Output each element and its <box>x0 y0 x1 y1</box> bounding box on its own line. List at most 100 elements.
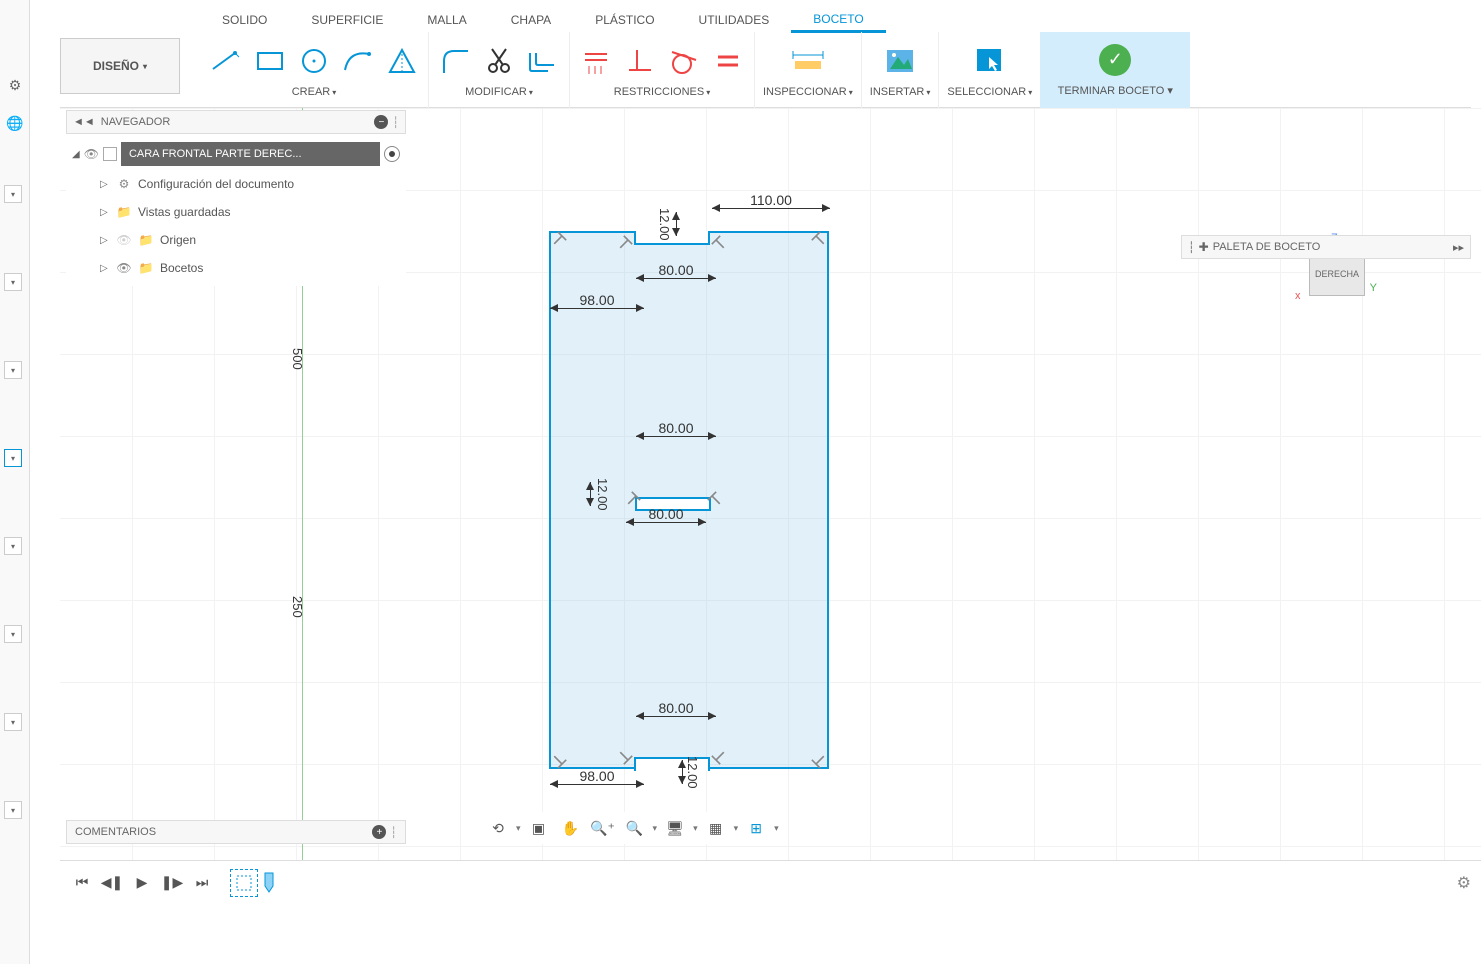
left-dd-5[interactable]: ▾ <box>4 537 22 555</box>
timeline: ⏮ ◀❚ ▶ ❚▶ ⏭ ⚙ <box>60 860 1481 904</box>
select-tool-icon[interactable] <box>972 43 1008 79</box>
group-seleccionar-label[interactable]: SELECCIONAR <box>947 86 1032 98</box>
sketch-feature-icon[interactable] <box>230 869 258 897</box>
visibility-icon[interactable]: 👁 <box>84 147 99 161</box>
coincident-icon: ⊤ <box>707 231 732 256</box>
left-dd-8[interactable]: ▾ <box>4 801 22 819</box>
perpendicular-constraint-icon[interactable] <box>622 43 658 79</box>
trim-tool-icon[interactable] <box>481 43 517 79</box>
nav-item-saved-views[interactable]: ▷ 📁 Vistas guardadas <box>66 198 406 226</box>
visibility-icon[interactable]: 👁 <box>116 260 132 276</box>
dim-80-mid-below[interactable]: 80.00 <box>626 506 706 523</box>
timeline-start-icon[interactable]: ⏮ <box>70 871 94 895</box>
expand-triangle-icon[interactable]: ▷ <box>100 207 110 218</box>
nav-item-doc-settings[interactable]: ▷ ⚙ Configuración del documento <box>66 170 406 198</box>
left-dd-1[interactable]: ▾ <box>4 185 22 203</box>
navigator-settings-icon[interactable]: − <box>374 115 388 129</box>
offset-tool-icon[interactable] <box>525 43 561 79</box>
expand-icon[interactable]: ▸▸ <box>1453 241 1464 254</box>
grip-icon[interactable]: ┆ <box>1188 241 1195 254</box>
dim-80-top[interactable]: 80.00 <box>636 262 716 279</box>
sketch-palette-title: PALETA DE BOCETO <box>1213 241 1321 253</box>
insert-image-icon[interactable] <box>882 43 918 79</box>
equal-constraint-icon[interactable] <box>710 43 746 79</box>
fillet-tool-icon[interactable] <box>437 43 473 79</box>
left-dd-6[interactable]: ▾ <box>4 625 22 643</box>
display-settings-icon[interactable]: 🖥 <box>661 816 689 840</box>
navigator-header: ◄◄ NAVEGADOR − ┆ <box>66 110 406 134</box>
expand-triangle-icon[interactable]: ▷ <box>100 235 110 246</box>
group-insertar-label[interactable]: INSERTAR <box>870 86 931 98</box>
folder-icon: 📁 <box>138 260 154 276</box>
dim-12-top[interactable]: 12.00 <box>657 208 677 241</box>
grip-icon[interactable]: ┆ <box>390 826 397 839</box>
dim-98-top[interactable]: 98.00 <box>550 292 644 309</box>
pan-icon[interactable]: ✋ <box>557 816 585 840</box>
tab-boceto[interactable]: BOCETO <box>791 8 885 33</box>
collapse-icon[interactable]: ◄◄ <box>73 116 95 128</box>
viewport-icon[interactable]: ⊞ <box>742 816 770 840</box>
add-icon[interactable]: ✚ <box>1199 240 1209 254</box>
tab-utilidades[interactable]: UTILIDADES <box>677 9 792 31</box>
circle-tool-icon[interactable] <box>296 43 332 79</box>
timeline-step-fwd-icon[interactable]: ❚▶ <box>160 871 184 895</box>
tangent-constraint-icon[interactable] <box>666 43 702 79</box>
dim-80-mid-above[interactable]: 80.00 <box>636 420 716 437</box>
tab-chapa[interactable]: CHAPA <box>489 9 573 31</box>
gear-icon[interactable]: ⚙ <box>0 70 30 100</box>
grid-settings-icon[interactable]: ▦ <box>702 816 730 840</box>
look-at-icon[interactable]: ▣ <box>525 816 553 840</box>
tab-solido[interactable]: SOLIDO <box>200 9 289 31</box>
left-dd-3[interactable]: ▾ <box>4 361 22 379</box>
group-restricciones-label[interactable]: RESTRICCIONES <box>614 86 710 98</box>
timeline-settings-icon[interactable]: ⚙ <box>1457 873 1471 893</box>
line-tool-icon[interactable] <box>208 43 244 79</box>
zoom-window-icon[interactable]: 🔍 <box>621 816 649 840</box>
group-modificar: MODIFICAR <box>429 32 570 108</box>
expand-triangle-icon[interactable]: ▷ <box>100 263 110 274</box>
tab-superficie[interactable]: SUPERFICIE <box>289 9 405 31</box>
horizontal-constraint-icon[interactable] <box>578 43 614 79</box>
group-modificar-label[interactable]: MODIFICAR <box>465 86 533 98</box>
timeline-play-icon[interactable]: ▶ <box>130 871 154 895</box>
zoom-icon[interactable]: 🔍⁺ <box>589 816 617 840</box>
dim-12-bottom[interactable]: 12.00 <box>682 756 700 789</box>
dim-12-mid[interactable]: 12.00 <box>590 478 610 511</box>
grip-icon[interactable]: ┆ <box>392 116 399 129</box>
group-inspeccionar-label[interactable]: INSPECCIONAR <box>763 86 853 98</box>
tab-plastico[interactable]: PLÁSTICO <box>573 9 676 31</box>
dim-98-bottom[interactable]: 98.00 <box>550 768 644 785</box>
active-component-radio[interactable] <box>384 146 400 162</box>
group-inspeccionar: INSPECCIONAR <box>755 32 862 108</box>
timeline-end-icon[interactable]: ⏭ <box>190 871 214 895</box>
collapse-triangle-icon[interactable]: ◢ <box>72 149 80 160</box>
left-dd-4[interactable]: ▾ <box>4 449 22 467</box>
checkmark-icon: ✓ <box>1099 44 1131 76</box>
dim-110[interactable]: 110.00 <box>712 192 830 209</box>
orbit-icon[interactable]: ⟲ <box>484 816 512 840</box>
nav-item-origin[interactable]: ▷ 👁 📁 Origen <box>66 226 406 254</box>
tab-malla[interactable]: MALLA <box>405 9 488 31</box>
navigator-tree: ◢ 👁 CARA FRONTAL PARTE DEREC... ▷ ⚙ Conf… <box>66 134 406 286</box>
axis-y-label: Y <box>1370 282 1377 294</box>
measure-tool-icon[interactable] <box>790 43 826 79</box>
arc-tool-icon[interactable] <box>340 43 376 79</box>
finish-sketch-button[interactable]: ✓ TERMINAR BOCETO ▾ <box>1040 32 1190 108</box>
dim-80-bottom[interactable]: 80.00 <box>636 700 716 717</box>
coincident-icon: ⊤ <box>611 743 636 768</box>
nav-item-sketches[interactable]: ▷ 👁 📁 Bocetos <box>66 254 406 282</box>
left-dd-2[interactable]: ▾ <box>4 273 22 291</box>
visibility-off-icon[interactable]: 👁 <box>116 232 132 248</box>
globe-icon[interactable]: 🌐 <box>0 108 30 138</box>
timeline-step-back-icon[interactable]: ◀❚ <box>100 871 124 895</box>
expand-triangle-icon[interactable]: ▷ <box>100 179 110 190</box>
coincident-icon: ⊤ <box>807 227 832 252</box>
group-crear-label[interactable]: CREAR <box>292 86 337 98</box>
left-dd-7[interactable]: ▾ <box>4 713 22 731</box>
timeline-marker-icon[interactable] <box>264 871 274 895</box>
polygon-tool-icon[interactable] <box>384 43 420 79</box>
design-workspace-button[interactable]: DISEÑO <box>60 38 180 94</box>
add-comment-icon[interactable]: + <box>372 825 386 839</box>
document-title-row[interactable]: CARA FRONTAL PARTE DEREC... <box>121 142 380 166</box>
rectangle-tool-icon[interactable] <box>252 43 288 79</box>
